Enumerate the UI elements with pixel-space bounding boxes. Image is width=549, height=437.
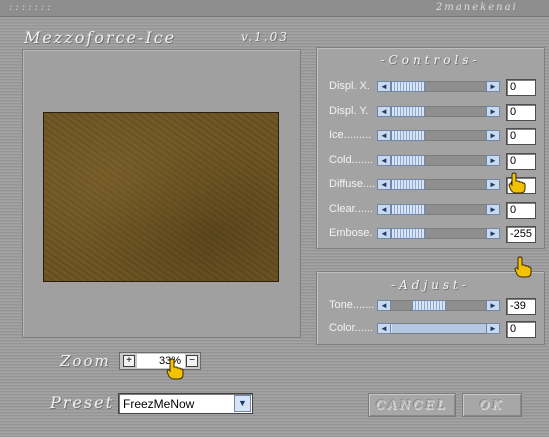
controls-title: -Controls- xyxy=(380,53,481,67)
zoom-in-button[interactable]: + xyxy=(123,355,135,367)
window-grip: ::::::: xyxy=(9,2,54,13)
value-input[interactable]: -39 xyxy=(506,298,536,315)
author-label: 2manekenai xyxy=(436,2,518,13)
chevron-left-icon[interactable]: ◄ xyxy=(377,179,391,190)
chevron-right-icon[interactable]: ► xyxy=(486,81,500,92)
version-label: v.1.03 xyxy=(241,30,289,44)
slider-thumb[interactable] xyxy=(391,81,425,92)
slider-label: Cold....... xyxy=(329,153,374,166)
chevron-right-icon[interactable]: ► xyxy=(486,323,500,334)
slider-label: Ice......... xyxy=(329,129,372,141)
value-input[interactable]: 0 xyxy=(506,103,536,121)
value-input[interactable]: 0 xyxy=(506,128,536,145)
slider-label: Tone....... xyxy=(329,299,375,311)
chevron-left-icon[interactable]: ◄ xyxy=(377,228,391,239)
chevron-right-icon[interactable]: ► xyxy=(486,130,500,141)
controls-panel: -Controls- Displ. X. ◄ ► 0 Displ. Y. ◄ ► 0 Ice..… xyxy=(316,47,545,249)
preset-label: Preset xyxy=(50,393,114,412)
slider-label: Color...... xyxy=(329,322,374,334)
chevron-left-icon[interactable]: ◄ xyxy=(377,300,391,311)
chevron-left-icon[interactable]: ◄ xyxy=(377,81,391,92)
value-input[interactable]: 0 xyxy=(506,321,536,338)
chevron-right-icon[interactable]: ► xyxy=(486,105,500,117)
hand-pointer-icon xyxy=(514,256,532,278)
chevron-left-icon[interactable]: ◄ xyxy=(377,203,391,215)
plugin-title: Mezzoforce-Ice xyxy=(24,28,177,47)
value-input[interactable]: 0 xyxy=(506,79,536,96)
slider-thumb[interactable] xyxy=(391,203,425,215)
slider-label: Clear...... xyxy=(329,202,374,215)
slider-thumb[interactable] xyxy=(391,228,425,239)
hand-pointer-icon xyxy=(508,172,526,194)
slider-thumb[interactable] xyxy=(391,179,425,190)
chevron-left-icon[interactable]: ◄ xyxy=(377,105,391,117)
chevron-right-icon[interactable]: ► xyxy=(486,179,500,190)
value-input[interactable]: 0 xyxy=(506,201,536,219)
slider-thumb[interactable] xyxy=(391,105,425,117)
slider-thumb[interactable] xyxy=(391,154,425,166)
chevron-right-icon[interactable]: ► xyxy=(486,228,500,239)
zoom-control: + 33% − xyxy=(119,352,201,370)
slider-label: Displ. X. xyxy=(329,80,370,92)
zoom-out-button[interactable]: − xyxy=(186,355,198,367)
zoom-label: Zoom xyxy=(60,352,111,370)
slider-label: Embose. xyxy=(329,227,373,239)
slider-thumb[interactable] xyxy=(412,300,446,311)
slider-label: Diffuse.... xyxy=(329,178,376,190)
slider-label: Displ. Y. xyxy=(329,104,369,117)
value-input[interactable]: 0 xyxy=(506,152,536,170)
value-input[interactable]: -255 xyxy=(506,226,536,243)
preview-image[interactable] xyxy=(43,112,279,282)
chevron-right-icon[interactable]: ► xyxy=(486,203,500,215)
slider-thumb[interactable] xyxy=(391,130,425,141)
preset-selected-value: FreezMeNow xyxy=(123,397,195,411)
chevron-left-icon[interactable]: ◄ xyxy=(377,130,391,141)
chevron-left-icon[interactable]: ◄ xyxy=(377,154,391,166)
chevron-left-icon[interactable]: ◄ xyxy=(377,323,391,334)
slider-fill xyxy=(391,324,486,333)
adjust-title: -Adjust- xyxy=(391,278,470,292)
adjust-panel: -Adjust- Tone....... ◄ ► -39 Color...... ◄ ► 0 xyxy=(316,271,545,345)
hand-pointer-icon xyxy=(166,358,184,380)
preset-dropdown[interactable]: FreezMeNow ▼ xyxy=(118,393,253,414)
chevron-right-icon[interactable]: ► xyxy=(486,154,500,166)
ok-button[interactable]: OK xyxy=(462,393,522,417)
cancel-button[interactable]: CANCEL xyxy=(368,393,456,417)
chevron-down-icon[interactable]: ▼ xyxy=(234,395,251,412)
chevron-right-icon[interactable]: ► xyxy=(486,300,500,311)
